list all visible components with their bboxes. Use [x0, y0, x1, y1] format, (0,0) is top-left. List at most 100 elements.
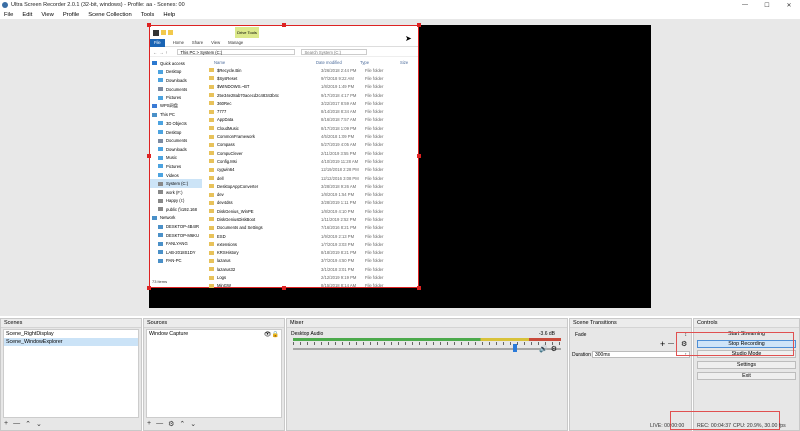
nav-item[interactable]: Network: [150, 214, 202, 223]
file-row[interactable]: AppData 8/16/2018 7:57 AM File folder: [204, 116, 418, 124]
close-icon[interactable]: ✕: [778, 0, 800, 10]
file-row[interactable]: Config.Msi 4/10/2019 11:28 AM File folder: [204, 157, 418, 165]
file-row[interactable]: Documents and Settings 7/16/2016 8:21 PM F…: [204, 224, 418, 232]
nav-item[interactable]: Pictures: [150, 93, 202, 102]
resize-handle[interactable]: [147, 23, 151, 27]
resize-handle[interactable]: [147, 154, 151, 158]
file-row[interactable]: CloudMusic 8/17/2018 1:09 PM File folder: [204, 124, 418, 132]
ribbon-tab-file[interactable]: File: [150, 38, 165, 47]
nav-item[interactable]: Desktop: [150, 128, 202, 137]
volume-slider[interactable]: [293, 348, 561, 350]
file-row[interactable]: DesktopAppConverter 3/28/2018 9:26 AM File…: [204, 182, 418, 190]
file-row[interactable]: extensions 1/7/2019 3:03 PM File folder: [204, 240, 418, 248]
nav-item[interactable]: PAN-PC: [150, 257, 202, 266]
file-row[interactable]: ESD 1/9/2019 2:13 PM File folder: [204, 232, 418, 240]
column-name[interactable]: Name: [204, 60, 316, 65]
nav-arrows-icon[interactable]: ←→↑: [153, 50, 169, 55]
nav-item[interactable]: Desktop: [150, 68, 202, 77]
column-type[interactable]: Type: [360, 60, 400, 65]
scene-item[interactable]: Scene_RightDisplay: [4, 330, 138, 338]
nav-item[interactable]: work (F:): [150, 188, 202, 197]
remove-transition-icon[interactable]: —: [668, 341, 674, 347]
file-row[interactable]: dell 12/12/2016 3:08 PM File folder: [204, 174, 418, 182]
resize-handle[interactable]: [417, 286, 421, 290]
gear-icon[interactable]: ⚙: [551, 345, 557, 353]
column-headers: Name Date modified Type Size: [204, 59, 418, 66]
file-row[interactable]: cygwin64 12/19/2018 2:28 PM File folder: [204, 166, 418, 174]
settings-button[interactable]: Settings: [697, 361, 796, 369]
file-row[interactable]: Logs 2/12/2019 9:19 PM File folder: [204, 273, 418, 281]
menu-help[interactable]: Help: [163, 12, 175, 18]
file-row[interactable]: MinGW 8/15/2018 8:14 AM File folder: [204, 282, 418, 290]
minimize-icon[interactable]: —: [734, 0, 756, 10]
ribbon-tab-home[interactable]: Home: [173, 40, 184, 45]
source-item[interactable]: Window Capture 👁​🔒: [147, 330, 281, 338]
file-row[interactable]: dev4dss 3/28/2019 1:11 PM File folder: [204, 199, 418, 207]
file-row[interactable]: 25e34e28ab70acecd2c48343b4c 9/17/2018 4:1…: [204, 91, 418, 99]
drive-tools-tab[interactable]: Drive Tools: [235, 27, 259, 38]
ribbon-tab-view[interactable]: View: [211, 40, 220, 45]
visibility-eye-icon[interactable]: 👁​🔒: [264, 331, 279, 338]
address-path[interactable]: This PC > System (C:): [177, 49, 296, 55]
quick-access-toolbar-icon[interactable]: [161, 30, 166, 35]
file-row[interactable]: $Recycle.Bin 3/26/2018 2:44 PM File folder: [204, 66, 418, 74]
file-row[interactable]: CommonFramework 4/5/2018 1:09 PM File fold…: [204, 132, 418, 140]
ribbon-tab-share[interactable]: Share: [192, 40, 203, 45]
folder-icon[interactable]: [168, 30, 173, 35]
column-date[interactable]: Date modified: [316, 60, 360, 65]
nav-item[interactable]: Documents: [150, 136, 202, 145]
nav-item[interactable]: Downloads: [150, 76, 202, 85]
file-row[interactable]: 360Rec 3/22/2017 8:59 AM File folder: [204, 99, 418, 107]
nav-item[interactable]: Happy (I:): [150, 197, 202, 206]
resize-handle[interactable]: [417, 154, 421, 158]
column-size[interactable]: Size: [400, 60, 416, 65]
resize-handle[interactable]: [417, 23, 421, 27]
nav-item[interactable]: Quick access: [150, 59, 202, 68]
nav-item[interactable]: WPS网盘: [150, 102, 202, 111]
nav-item[interactable]: LAB-2018S1DY: [150, 248, 202, 257]
file-row[interactable]: DiskGenius_WinPE 1/8/2019 4:10 PM File fol…: [204, 207, 418, 215]
nav-item[interactable]: DESKTOP-M6KU: [150, 231, 202, 240]
file-row[interactable]: Compass 5/27/2019 4:05 AM File folder: [204, 141, 418, 149]
nav-item[interactable]: Downloads: [150, 145, 202, 154]
nav-item[interactable]: Music: [150, 154, 202, 163]
transition-select[interactable]: Fade ↕: [572, 331, 690, 338]
nav-item[interactable]: FANLYANG: [150, 239, 202, 248]
file-row[interactable]: DiskGeniusDiskBoot 1/11/2019 2:52 PM File …: [204, 215, 418, 223]
window-capture-source[interactable]: Drive Tools File Home Share View Manage …: [147, 23, 421, 290]
file-row[interactable]: dev 1/8/2019 1:54 PM File folder: [204, 190, 418, 198]
nav-item[interactable]: Videos: [150, 171, 202, 180]
nav-item[interactable]: DESKTOP-4B4IR: [150, 222, 202, 231]
file-row[interactable]: lazarus32 3/1/2018 3:01 PM File folder: [204, 265, 418, 273]
resize-handle[interactable]: [282, 286, 286, 290]
ribbon-tab-manage[interactable]: Manage: [228, 40, 243, 45]
file-date: 3/28/2018 9:26 AM: [321, 183, 357, 189]
file-row[interactable]: CompuClever 2/11/2019 3:55 PM File folder: [204, 149, 418, 157]
exit-button[interactable]: Exit: [697, 372, 796, 380]
volume-slider-handle[interactable]: [513, 344, 518, 352]
nav-item[interactable]: System (C:): [150, 179, 202, 188]
nav-item[interactable]: Pictures: [150, 162, 202, 171]
speaker-icon[interactable]: 🔊: [539, 345, 548, 353]
add-transition-icon[interactable]: +: [660, 339, 665, 349]
nav-item[interactable]: 3D Objects: [150, 119, 202, 128]
menu-tools[interactable]: Tools: [141, 12, 155, 18]
nav-item[interactable]: This PC: [150, 111, 202, 120]
file-row[interactable]: $WINDOWS.~BT 1/8/2019 1:49 PM File folder: [204, 83, 418, 91]
maximize-icon[interactable]: ☐: [756, 0, 778, 10]
menu-edit[interactable]: Edit: [22, 12, 32, 18]
menu-file[interactable]: File: [4, 12, 13, 18]
nav-item[interactable]: public (\\192.168: [150, 205, 202, 214]
file-row[interactable]: $SysReset 9/7/2018 9:22 AM File folder: [204, 74, 418, 82]
file-row[interactable]: lazarus 3/7/2019 4:50 PM File folder: [204, 257, 418, 265]
scene-item-selected[interactable]: Scene_WindowExplorer: [4, 338, 138, 346]
menu-profile[interactable]: Profile: [63, 12, 79, 18]
nav-item[interactable]: Documents: [150, 85, 202, 94]
search-input[interactable]: Search System (C:): [301, 49, 368, 55]
menu-view[interactable]: View: [41, 12, 53, 18]
menu-scene-collection[interactable]: Scene Collection: [88, 12, 132, 18]
file-row[interactable]: KRSHistory 8/18/2019 8:21 PM File folder: [204, 249, 418, 257]
resize-handle[interactable]: [282, 23, 286, 27]
resize-handle[interactable]: [147, 286, 151, 290]
file-row[interactable]: 7777 8/14/2018 8:34 AM File folder: [204, 107, 418, 115]
